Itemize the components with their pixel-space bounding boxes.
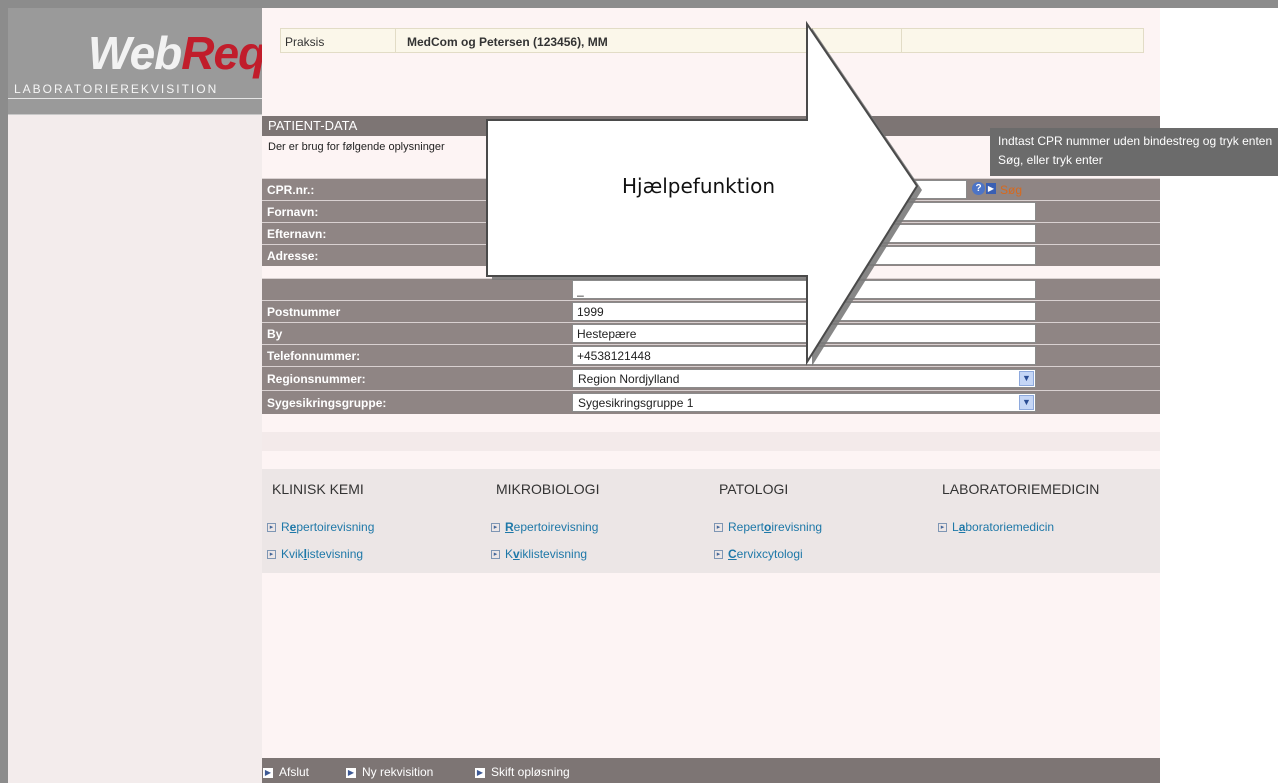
help-arrow-overlay (486, 20, 922, 366)
help-label: Hjælpefunktion (622, 174, 776, 198)
